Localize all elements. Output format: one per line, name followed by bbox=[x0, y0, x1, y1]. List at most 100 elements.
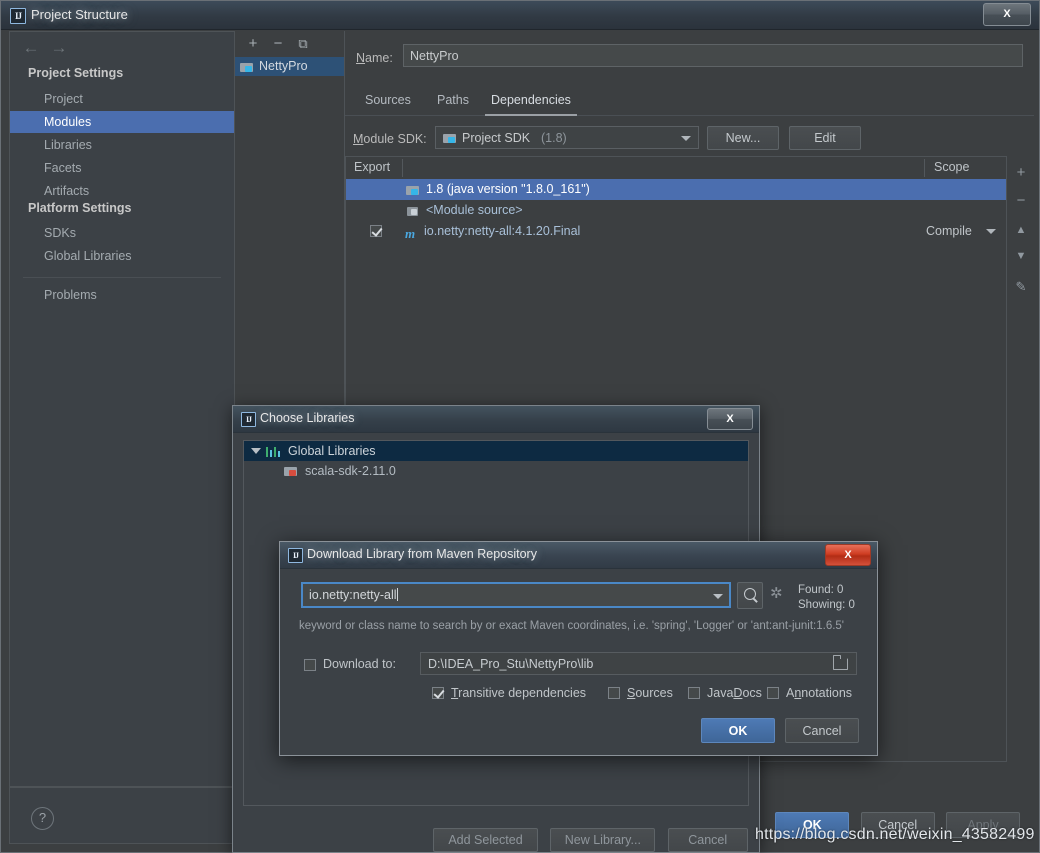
transitive-dependencies-checkbox[interactable] bbox=[432, 687, 444, 699]
module-sdk-combo[interactable]: Project SDK (1.8) bbox=[435, 126, 699, 149]
sidebar-item-global-libraries[interactable]: Global Libraries bbox=[10, 245, 234, 267]
annotations-label: Annotations bbox=[786, 686, 853, 700]
maven-download-dialog: IJ Download Library from Maven Repositor… bbox=[279, 541, 878, 756]
module-list-item-nettypro[interactable]: NettyPro bbox=[235, 57, 345, 76]
add-dependency-icon[interactable]: + bbox=[1007, 161, 1035, 185]
sidebar-item-problems[interactable]: Problems bbox=[10, 284, 234, 306]
help-button[interactable]: ? bbox=[31, 807, 54, 830]
copy-module-icon[interactable]: ⧉ bbox=[293, 35, 313, 53]
sidebar-item-facets[interactable]: Facets bbox=[10, 157, 234, 179]
choose-libraries-cancel-label: Cancel bbox=[688, 833, 728, 847]
screen-root: IJ Project Structure X ← → Project Setti… bbox=[0, 0, 1040, 853]
module-name-input[interactable] bbox=[403, 44, 1023, 67]
sidebar-item-project[interactable]: Project bbox=[10, 88, 234, 110]
module-sdk-label: Module SDK: bbox=[353, 132, 427, 146]
column-header-export: Export bbox=[354, 160, 391, 174]
maven-icon: m bbox=[405, 226, 416, 241]
dependency-name: <Module source> bbox=[426, 203, 523, 217]
sources-label: Sources bbox=[627, 686, 673, 700]
maven-search-hint: keyword or class name to search by or ex… bbox=[299, 620, 845, 632]
found-count-label: Found: 0 bbox=[798, 584, 844, 596]
maven-search-combo[interactable]: io.netty:netty-all bbox=[301, 582, 731, 608]
spinner-icon: ✲ bbox=[770, 585, 783, 602]
transitive-dependencies-label: Transitive dependencies bbox=[451, 686, 587, 700]
download-path-value: D:\IDEA_Pro_Stu\NettyPro\lib bbox=[428, 657, 594, 671]
sidebar-item-modules[interactable]: Modules bbox=[10, 111, 234, 133]
choose-libraries-title: Choose Libraries bbox=[260, 411, 355, 425]
detail-tabs: Sources Paths Dependencies bbox=[345, 87, 1034, 116]
table-row[interactable]: m io.netty:netty-all:4.1.20.Final Compil… bbox=[346, 221, 1006, 242]
add-module-icon[interactable]: + bbox=[243, 35, 263, 53]
dependency-name: io.netty:netty-all:4.1.20.Final bbox=[424, 224, 581, 238]
dependencies-side-toolbar: + − ▲ ▼ ✎ bbox=[1007, 156, 1035, 847]
edit-dependency-icon[interactable]: ✎ bbox=[1007, 275, 1035, 299]
folder-java-icon bbox=[406, 184, 420, 196]
javadocs-checkbox[interactable] bbox=[688, 687, 700, 699]
tab-sources[interactable]: Sources bbox=[359, 87, 417, 114]
module-source-icon bbox=[407, 205, 419, 217]
export-checkbox[interactable] bbox=[370, 225, 382, 237]
chevron-down-icon[interactable] bbox=[713, 594, 723, 599]
table-row[interactable]: 1.8 (java version "1.8.0_161") bbox=[346, 179, 1006, 200]
table-row[interactable]: <Module source> bbox=[346, 200, 1006, 221]
settings-sidebar: ← → Project Settings Project Modules Lib… bbox=[9, 31, 234, 787]
intellij-logo-icon: IJ bbox=[288, 548, 303, 563]
expand-triangle-icon[interactable] bbox=[251, 448, 261, 454]
add-selected-button[interactable]: Add Selected bbox=[433, 828, 538, 852]
intellij-logo-icon: IJ bbox=[10, 8, 26, 24]
sidebar-divider bbox=[23, 277, 221, 278]
new-sdk-button-label: New... bbox=[725, 131, 761, 145]
maven-cancel-button[interactable]: Cancel bbox=[785, 718, 859, 743]
download-path-field[interactable]: D:\IDEA_Pro_Stu\NettyPro\lib bbox=[420, 652, 857, 675]
sidebar-item-libraries[interactable]: Libraries bbox=[10, 134, 234, 156]
remove-dependency-icon[interactable]: − bbox=[1007, 189, 1035, 213]
annotations-checkbox[interactable] bbox=[767, 687, 779, 699]
add-selected-label: Add Selected bbox=[448, 833, 523, 847]
library-bars-icon bbox=[266, 445, 282, 457]
module-toolbar: + − ⧉ bbox=[235, 31, 345, 57]
nav-arrows: ← → bbox=[20, 38, 90, 60]
column-header-scope: Scope bbox=[934, 160, 970, 174]
module-list-item-label: NettyPro bbox=[259, 59, 308, 73]
window-title: Project Structure bbox=[31, 7, 128, 22]
maven-ok-button[interactable]: OK bbox=[701, 718, 775, 743]
download-to-checkbox[interactable] bbox=[304, 659, 316, 671]
maven-cancel-label: Cancel bbox=[802, 724, 842, 738]
folder-browse-icon[interactable] bbox=[832, 654, 848, 670]
remove-module-icon[interactable]: − bbox=[268, 35, 288, 53]
module-sdk-version: (1.8) bbox=[541, 131, 567, 145]
edit-sdk-button[interactable]: Edit bbox=[789, 126, 861, 150]
window-close-button[interactable]: X bbox=[983, 3, 1031, 26]
tab-dependencies[interactable]: Dependencies bbox=[485, 87, 577, 116]
sidebar-item-artifacts[interactable]: Artifacts bbox=[10, 180, 234, 202]
chevron-down-icon bbox=[681, 135, 691, 141]
nav-back-icon[interactable]: ← bbox=[20, 38, 42, 58]
choose-libraries-close-button[interactable]: X bbox=[707, 408, 753, 430]
maven-search-button[interactable] bbox=[737, 582, 763, 609]
sidebar-group-platform-settings: Platform Settings bbox=[28, 201, 132, 215]
maven-ok-label: OK bbox=[728, 724, 748, 738]
nav-forward-icon[interactable]: → bbox=[48, 38, 70, 58]
choose-libraries-titlebar: IJ Choose Libraries X bbox=[233, 406, 759, 433]
scope-chevron-down-icon[interactable] bbox=[986, 229, 996, 234]
name-label: Name: bbox=[356, 51, 393, 65]
intellij-logo-icon: IJ bbox=[241, 412, 256, 427]
choose-libraries-cancel-button[interactable]: Cancel bbox=[667, 828, 748, 852]
sidebar-item-sdks[interactable]: SDKs bbox=[10, 222, 234, 244]
window-titlebar: IJ Project Structure X bbox=[1, 1, 1039, 30]
maven-dialog-title: Download Library from Maven Repository bbox=[307, 547, 537, 561]
tree-item-label: scala-sdk-2.11.0 bbox=[305, 464, 396, 478]
edit-sdk-button-label: Edit bbox=[814, 131, 836, 145]
new-sdk-button[interactable]: New... bbox=[707, 126, 779, 150]
tab-paths[interactable]: Paths bbox=[431, 87, 475, 114]
tree-item-scala-sdk[interactable]: scala-sdk-2.11.0 bbox=[244, 461, 748, 481]
maven-dialog-close-button[interactable]: X bbox=[825, 544, 871, 566]
new-library-label: New Library... bbox=[564, 833, 641, 847]
move-up-icon[interactable]: ▲ bbox=[1007, 219, 1035, 243]
tree-item-global-libraries[interactable]: Global Libraries bbox=[244, 441, 748, 461]
help-panel: ? bbox=[9, 787, 234, 844]
sources-checkbox[interactable] bbox=[608, 687, 620, 699]
new-library-button[interactable]: New Library... bbox=[550, 828, 656, 852]
move-down-icon[interactable]: ▼ bbox=[1007, 245, 1035, 269]
column-divider-2 bbox=[924, 159, 925, 177]
